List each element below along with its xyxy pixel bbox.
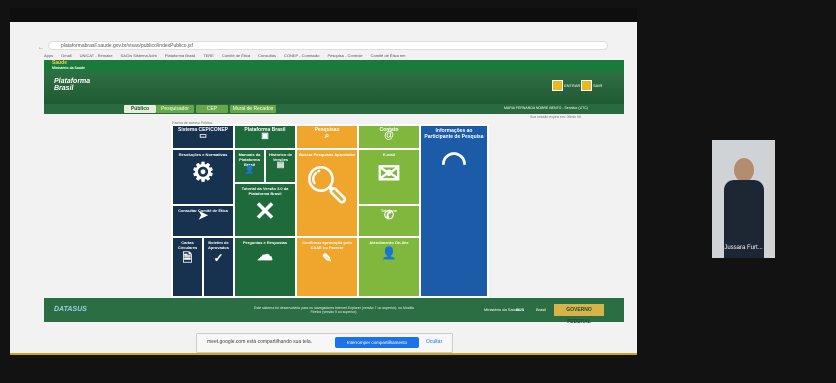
tile-tutorial[interactable]: Tutorial da Versão 3.0 da Plataforma Bra… [235,184,295,236]
user-icon: 👤 [244,165,255,174]
datasus-logo: DATASUS [54,306,87,313]
location-arrow-icon: ➤ [197,208,209,222]
bookmark-item[interactable]: Comitê de Ética em [371,53,406,58]
tools-icon: ✕ [254,196,276,226]
tab-publico[interactable]: Público [124,105,156,113]
participant-video[interactable] [712,140,775,258]
check-icon: ✓ [213,251,224,265]
tile-informacoes[interactable]: Informações ao Participante de Pesquisa … [421,126,487,296]
exit-icon[interactable] [581,80,592,91]
bookmark-item[interactable]: Apps [44,53,53,58]
session-timer: Sua sessão expira em: 09min 56 [530,115,581,119]
share-message: meet.google.com está compartilhando sua … [207,339,313,345]
tile-resolucoes[interactable]: Resoluções e Normativas ⚙ [173,150,233,204]
bookmark-item[interactable]: Gmail [61,53,71,58]
tile-telefone[interactable]: Telefone ✆ [359,206,419,236]
tab-mural[interactable]: Mural de Recados [230,105,276,113]
document-icon: ▣ [261,131,269,140]
bookmark-item[interactable]: Consultas [258,53,276,58]
meet-bottom-bar [0,355,836,383]
tab-pesquisador[interactable]: Pesquisador [156,105,194,113]
gears-icon: ⚙ [191,157,215,187]
tile-atendimento[interactable]: Atendimento On-line 👤 [359,238,419,296]
tile-email[interactable]: E-mail ✉ [359,150,419,204]
tabs-bar: Público Pesquisador CEP Mural de Recados… [44,104,624,114]
site-header: Plataforma Brasil ENTRAR SAIR [44,72,624,104]
tile-label: Atendimento On-line [369,240,409,245]
hide-button[interactable]: Ocultar [426,339,442,345]
bookmark-item[interactable]: Comitê de Ética [222,53,250,58]
gov-bar: Saúde Ministério da Saúde [44,60,624,72]
tile-buscar-pesquisas[interactable]: Buscar Pesquisas Aprovadas 🔍︎ [297,150,357,236]
presentation-top-edge [10,8,637,22]
tile-label: Cartas Circulares [177,240,198,250]
bookmark-item[interactable]: TERE [203,53,214,58]
tile-cartas[interactable]: Cartas Circulares 🗎 [173,238,202,296]
search-icon: ⌕ [324,131,330,140]
tile-label: Perguntas e Respostas [242,240,288,245]
bookmark-item[interactable]: CONEP - Comissão [284,53,320,58]
chat-icon: ☁ [257,247,273,264]
tile-manual[interactable]: Manuais da Plataforma Brasil 👤 [235,150,264,182]
edit-icon: ✎ [321,251,333,265]
tile-plataforma-brasil[interactable]: Plataforma Brasil ▣ [235,126,295,148]
participant-name: Jussara Furt... [724,245,763,251]
tile-label: Tutorial da Versão 3.0 da Plataforma Bra… [241,186,289,196]
bookmark-item[interactable]: UNICAT - Remake [80,53,113,58]
document-icon: 🗎 [182,251,193,265]
folder-icon: ▤ [276,160,285,169]
bookmark-item[interactable]: Pesquisa - Controle [327,53,362,58]
tile-label: E-mail [382,152,395,157]
person-icon: 👤 [381,246,397,260]
tile-perguntas[interactable]: Perguntas e Respostas ☁ [235,238,295,296]
sus-logo: SUS [516,307,525,312]
entrar-label[interactable]: ENTRAR [564,83,580,88]
tile-pesquisas[interactable]: Pesquisas ⌕ [297,126,357,148]
wifi-icon: ◠ [440,146,468,179]
tile-sistema-cep-conep[interactable]: Sistema CEP/CONEP ▭ [173,126,233,148]
tile-label: Resoluções e Normativas [178,152,228,157]
address-bar[interactable]: plataformabrasil.saude.gov.br/visao/publ… [48,41,608,50]
tile-consultar-cep[interactable]: Consultar Comitê de Ética ➤ [173,206,233,236]
tile-label: Boletim de Aprovados [208,240,229,250]
user-info: MARIA FERNANDA NOBRE BENTO - Servidor (U… [504,106,588,110]
magnifier-icon: 🔍︎ [304,164,350,205]
gov-title: Saúde Ministério da Saúde [52,60,86,71]
tab-cep[interactable]: CEP [196,105,228,113]
bookmarks-bar: Apps Gmail UNICAT - Remake SAGIs Sistema Ad… [44,52,624,60]
screen-share-banner: meet.google.com está compartilhando sua … [196,333,453,353]
tile-boletim[interactable]: Boletim de Aprovados ✓ [204,238,233,296]
bookmark-item[interactable]: SAGIs Sistema Adm [121,53,157,58]
tile-historico[interactable]: Histórico de Versões ▤ [266,150,295,182]
plataforma-brasil-logo[interactable]: Plataforma Brasil [54,78,90,92]
tile-label: Confirmar aprovação pelo CAAE ou Parecer [302,240,352,250]
footer-browser-note: Este sistema foi desenvolvido para os na… [254,306,414,314]
participant-head [734,158,754,182]
tile-contato[interactable]: Contato @ [359,126,419,148]
tile-label: Informações ao Participante de Pesquisa [424,128,484,140]
stop-sharing-button[interactable]: Interromper compartilhamento [335,337,419,348]
monitor-icon: ▭ [199,131,207,140]
tile-confirmar-cep[interactable]: Confirmar aprovação pelo CAAE ou Parecer… [297,238,357,296]
home-icon[interactable] [552,80,563,91]
tiles-panel: Sistema CEP/CONEP ▭ Resoluções e Normati… [171,124,489,298]
ministerio-logo: Ministério da Saúde [484,307,520,312]
at-icon: @ [384,130,394,141]
governo-federal-logo: GOVERNO FEDERAL [554,304,604,325]
site-footer: DATASUS Este sistema foi desenvolvido pa… [44,298,624,325]
envelope-icon: ✉ [377,158,401,189]
sair-label[interactable]: SAIR [593,83,602,88]
tile-label: Buscar Pesquisas Aprovadas [298,152,356,157]
brasil-logo: Brasil [536,307,547,312]
bookmark-item[interactable]: Plataforma Brasil [165,53,195,58]
phone-icon: ✆ [383,208,395,222]
